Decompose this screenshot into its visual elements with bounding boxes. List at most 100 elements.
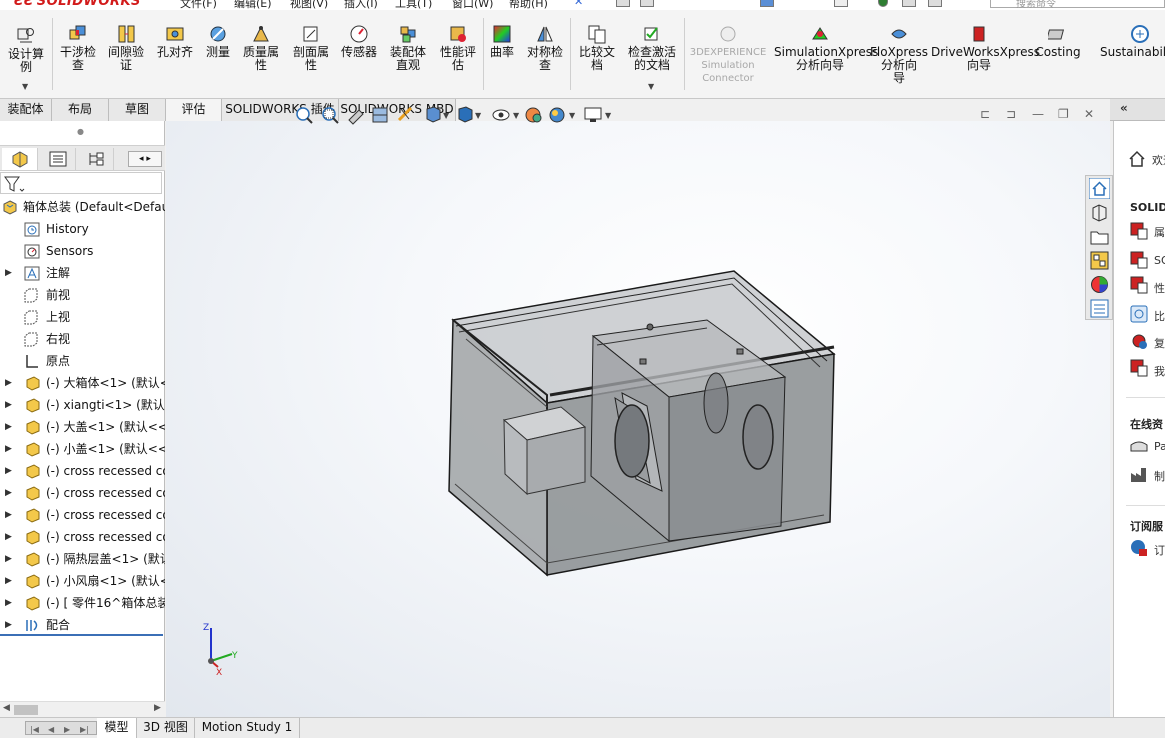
dropdown-arrow-icon[interactable]: ▼ bbox=[443, 111, 450, 120]
restore-left-icon[interactable]: ⊏ bbox=[980, 107, 990, 121]
maximize-icon[interactable]: ❐ bbox=[1058, 107, 1069, 121]
menu-window[interactable]: 窗口(W) bbox=[452, 0, 493, 10]
tab-scroll-arrows[interactable]: ◂ ▸ bbox=[128, 151, 162, 167]
compare-documents-button[interactable]: 比较文 档 bbox=[574, 24, 620, 72]
performance-evaluation-button[interactable]: 性能评 估 bbox=[435, 24, 481, 72]
taskpane-link[interactable]: Pa bbox=[1154, 440, 1165, 453]
collapse-taskpane-icon[interactable]: « bbox=[1120, 101, 1128, 115]
tree-item-top-plane[interactable]: 上视 bbox=[0, 306, 165, 328]
menu-tools[interactable]: 工具(T) bbox=[395, 0, 432, 10]
horizontal-scrollbar[interactable]: ◀ ▶ bbox=[0, 701, 165, 717]
tree-item-component[interactable]: ▶ (-) xiangti<1> (默认< bbox=[0, 394, 165, 416]
dropdown-arrow-icon[interactable]: ▼ bbox=[513, 111, 520, 120]
tree-item-component[interactable]: ▶ (-) 大盖<1> (默认<< bbox=[0, 416, 165, 438]
custom-properties-icon[interactable] bbox=[1089, 298, 1110, 319]
tree-item-right-plane[interactable]: 右视 bbox=[0, 328, 165, 350]
hide-show-items-icon[interactable] bbox=[492, 109, 510, 121]
taskpane-link[interactable]: 我 bbox=[1154, 363, 1165, 379]
menu-view[interactable]: 视图(V) bbox=[290, 0, 328, 10]
taskpane-link[interactable]: 订 bbox=[1154, 542, 1165, 558]
scroll-right-icon[interactable]: ▶ bbox=[154, 703, 161, 713]
section-properties-button[interactable]: 剖面属 性 bbox=[288, 24, 334, 72]
expand-arrow-icon[interactable]: ▶ bbox=[5, 614, 12, 636]
design-library-icon[interactable] bbox=[1089, 202, 1110, 223]
appearances-icon[interactable] bbox=[1089, 274, 1110, 295]
tab-assembly[interactable]: 装配体 bbox=[0, 99, 52, 121]
pin-icon[interactable]: ✕ bbox=[574, 0, 583, 8]
previous-view-icon[interactable] bbox=[348, 109, 364, 125]
expand-arrow-icon[interactable]: ▶ bbox=[5, 504, 12, 526]
select-icon[interactable] bbox=[834, 0, 848, 7]
new-doc-icon[interactable] bbox=[616, 0, 630, 7]
tree-item-sensors[interactable]: Sensors bbox=[0, 240, 165, 262]
tree-item-component[interactable]: ▶ (-) cross recessed co bbox=[0, 504, 165, 526]
expand-arrow-icon[interactable]: ▶ bbox=[5, 570, 12, 592]
sensor-button[interactable]: 传感器 bbox=[336, 24, 382, 59]
zoom-to-fit-icon[interactable] bbox=[296, 107, 313, 124]
floxpress-button[interactable]: FloXpress 分析向 导 bbox=[870, 24, 928, 85]
dropdown-arrow-icon[interactable]: ▼ bbox=[605, 111, 612, 120]
tree-item-component[interactable]: ▶ (-) 隔热层盖<1> (默认 bbox=[0, 548, 165, 570]
home-tab-icon[interactable] bbox=[1089, 178, 1110, 199]
partner-icon[interactable] bbox=[1130, 437, 1148, 455]
interference-button[interactable]: 干涉检 查 bbox=[56, 24, 100, 72]
dynamic-annotation-icon[interactable] bbox=[397, 106, 413, 122]
expand-arrow-icon[interactable]: ▶ bbox=[5, 372, 12, 394]
options-icon[interactable] bbox=[928, 0, 942, 7]
search-input[interactable]: 搜索命令 bbox=[990, 0, 1165, 10]
tab-property-manager[interactable] bbox=[40, 148, 76, 170]
scrollbar-thumb[interactable] bbox=[14, 705, 38, 715]
my-products-icon[interactable] bbox=[1130, 359, 1148, 377]
rebuild-icon[interactable] bbox=[878, 0, 888, 7]
tree-filter[interactable] bbox=[0, 172, 162, 194]
sustainability-button[interactable]: Sustainabili bbox=[1100, 24, 1165, 59]
curvature-button[interactable]: 曲率 bbox=[486, 24, 518, 59]
properties-icon[interactable] bbox=[1130, 222, 1148, 240]
view-orientation-icon[interactable] bbox=[426, 106, 441, 123]
hole-alignment-button[interactable]: 孔对齐 bbox=[153, 24, 197, 59]
open-doc-icon[interactable] bbox=[640, 0, 654, 7]
measure-button[interactable]: 测量 bbox=[200, 24, 236, 59]
tree-item-history[interactable]: History bbox=[0, 218, 165, 240]
expand-arrow-icon[interactable]: ▶ bbox=[5, 526, 12, 548]
small-box[interactable] bbox=[502, 406, 587, 496]
tree-item-component[interactable]: ▶ (-) cross recessed co bbox=[0, 526, 165, 548]
close-icon[interactable]: ✕ bbox=[1084, 107, 1094, 121]
compare-icon[interactable] bbox=[1130, 305, 1148, 323]
simulationxpress-button[interactable]: SimulationXpress 分析向导 bbox=[774, 24, 878, 72]
symmetry-check-button[interactable]: 对称检 查 bbox=[522, 24, 568, 72]
view-palette-icon[interactable] bbox=[1089, 250, 1110, 271]
section-view-icon[interactable] bbox=[372, 107, 388, 123]
menu-edit[interactable]: 编辑(E) bbox=[234, 0, 272, 10]
menu-help[interactable]: 帮助(H) bbox=[509, 0, 548, 10]
tree-item-component[interactable]: ▶ (-) 大箱体<1> (默认<< bbox=[0, 372, 165, 394]
tab-layout[interactable]: 布局 bbox=[52, 99, 109, 121]
assembly-visualization-button[interactable]: 装配体 直观 bbox=[385, 24, 431, 72]
tree-item-mates[interactable]: ▶ 配合 bbox=[0, 614, 165, 636]
expand-arrow-icon[interactable]: ▶ bbox=[5, 438, 12, 460]
dropdown-arrow-icon[interactable]: ▼ bbox=[569, 111, 576, 120]
tree-item-origin[interactable]: 原点 bbox=[0, 350, 165, 372]
tab-feature-tree[interactable] bbox=[2, 148, 38, 170]
design-study-button[interactable]: 设计算 例 bbox=[4, 26, 48, 74]
tree-item-component[interactable]: ▶ (-) [ 零件16^箱体总装 bbox=[0, 592, 165, 614]
minimize-icon[interactable]: — bbox=[1032, 107, 1044, 121]
tab-motion-study[interactable]: Motion Study 1 bbox=[195, 718, 300, 738]
apply-scene-icon[interactable] bbox=[549, 107, 565, 123]
performance-icon[interactable] bbox=[1130, 276, 1148, 294]
tree-item-component[interactable]: ▶ (-) cross recessed co bbox=[0, 460, 165, 482]
welcome-label[interactable]: 欢迎 bbox=[1152, 152, 1165, 168]
mass-properties-button[interactable]: 质量属 性 bbox=[238, 24, 284, 72]
tab-3d-view[interactable]: 3D 视图 bbox=[137, 718, 195, 738]
view-settings-icon[interactable] bbox=[584, 107, 602, 122]
expand-arrow-icon[interactable]: ▶ bbox=[5, 482, 12, 504]
costing-button[interactable]: Costing bbox=[1032, 24, 1084, 59]
tree-item-component[interactable]: ▶ (-) 小盖<1> (默认<< bbox=[0, 438, 165, 460]
tab-sketch[interactable]: 草图 bbox=[109, 99, 166, 121]
graphics-area[interactable]: Z Y X bbox=[166, 121, 1110, 717]
expand-arrow-icon[interactable]: ▶ bbox=[5, 592, 12, 614]
taskpane-link[interactable]: 制 bbox=[1154, 468, 1165, 484]
print-icon[interactable] bbox=[760, 0, 774, 7]
panel-grip-icon[interactable]: ● bbox=[77, 127, 84, 136]
expand-arrow-icon[interactable]: ▶ bbox=[5, 262, 12, 284]
